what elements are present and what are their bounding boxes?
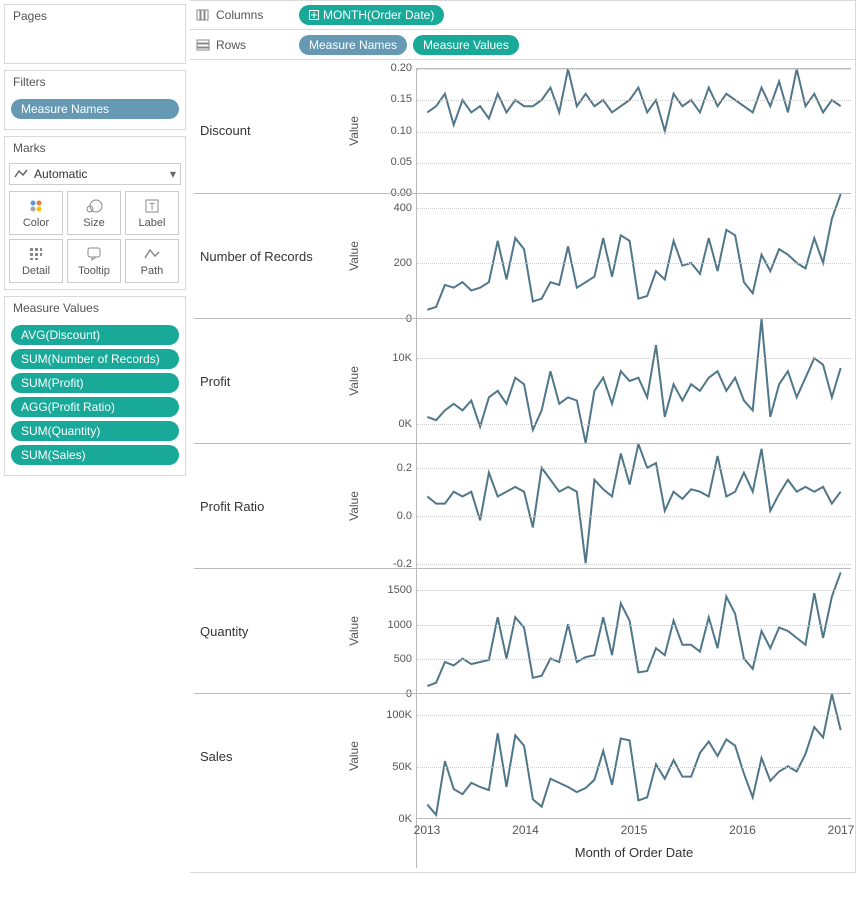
y-tick: 10K bbox=[392, 352, 412, 364]
chart-panel[interactable] bbox=[416, 68, 851, 193]
x-tick: 2016 bbox=[729, 823, 756, 837]
tooltip-icon bbox=[86, 245, 102, 263]
plus-box-icon bbox=[309, 10, 319, 20]
measure-values-shelf[interactable]: AVG(Discount) SUM(Number of Records) SUM(P… bbox=[5, 319, 185, 475]
panel-header: Profit Ratio bbox=[194, 443, 344, 568]
y-tick: 0K bbox=[399, 813, 412, 825]
chart-panel[interactable] bbox=[416, 443, 851, 568]
filters-shelf[interactable]: Measure Names bbox=[5, 93, 185, 129]
y-tick: 1500 bbox=[388, 584, 412, 596]
mark-size-button[interactable]: Size bbox=[67, 191, 121, 235]
panel-header: Quantity bbox=[194, 568, 344, 693]
panel-header: Profit bbox=[194, 318, 344, 443]
y-tick: 200 bbox=[394, 257, 412, 269]
columns-pill-month-order-date[interactable]: MONTH(Order Date) bbox=[299, 5, 444, 25]
pages-shelf-title: Pages bbox=[5, 5, 185, 27]
rows-shelf[interactable]: Measure Names Measure Values bbox=[296, 33, 849, 57]
mv-pill-4[interactable]: SUM(Quantity) bbox=[11, 421, 179, 441]
columns-icon bbox=[196, 9, 210, 21]
marks-type-label: Automatic bbox=[34, 167, 87, 181]
mark-color-button[interactable]: Color bbox=[9, 191, 63, 235]
mark-tooltip-button[interactable]: Tooltip bbox=[67, 239, 121, 283]
x-tick: 2017 bbox=[828, 823, 855, 837]
y-axis-label: Value bbox=[347, 116, 361, 146]
pages-shelf[interactable] bbox=[5, 27, 185, 63]
panel-header: Number of Records bbox=[194, 193, 344, 318]
y-axis-label: Value bbox=[347, 491, 361, 521]
y-axis-label: Value bbox=[347, 616, 361, 646]
size-icon bbox=[85, 197, 103, 215]
visualization-area[interactable]: DiscountValue0.200.150.100.050.00Number … bbox=[190, 60, 856, 873]
columns-shelf[interactable]: MONTH(Order Date) bbox=[296, 3, 849, 27]
rows-shelf-label: Rows bbox=[216, 38, 246, 52]
y-tick: 0.2 bbox=[397, 462, 412, 474]
y-tick: 0.15 bbox=[391, 93, 412, 105]
chart-panel[interactable] bbox=[416, 193, 851, 318]
x-tick: 2015 bbox=[621, 823, 648, 837]
mv-pill-2[interactable]: SUM(Profit) bbox=[11, 373, 179, 393]
filters-shelf-title: Filters bbox=[5, 71, 185, 93]
y-axis-label: Value bbox=[347, 241, 361, 271]
chart-panel[interactable] bbox=[416, 318, 851, 443]
columns-shelf-label: Columns bbox=[216, 8, 263, 22]
label-icon: T bbox=[144, 197, 160, 215]
mark-detail-button[interactable]: Detail bbox=[9, 239, 63, 283]
mark-label-button[interactable]: TLabel bbox=[125, 191, 179, 235]
panel-header: Discount bbox=[194, 68, 344, 193]
y-tick: 1000 bbox=[388, 619, 412, 631]
marks-card-title: Marks bbox=[5, 137, 185, 159]
mv-pill-5[interactable]: SUM(Sales) bbox=[11, 445, 179, 465]
rows-pill-measure-names[interactable]: Measure Names bbox=[299, 35, 407, 55]
svg-text:T: T bbox=[149, 202, 155, 213]
y-tick: 500 bbox=[394, 653, 412, 665]
x-tick: 2013 bbox=[414, 823, 441, 837]
x-axis-label: Month of Order Date bbox=[575, 845, 694, 860]
path-icon bbox=[143, 245, 161, 263]
color-icon bbox=[28, 197, 44, 215]
y-tick: 50K bbox=[392, 761, 412, 773]
dropdown-caret-icon: ▾ bbox=[170, 167, 176, 181]
panel-header: Sales bbox=[194, 693, 344, 818]
mv-pill-0[interactable]: AVG(Discount) bbox=[11, 325, 179, 345]
y-tick: 0.20 bbox=[391, 62, 412, 74]
y-tick: 0.10 bbox=[391, 125, 412, 137]
y-tick: 400 bbox=[394, 202, 412, 214]
y-tick: 0.05 bbox=[391, 156, 412, 168]
mv-pill-3[interactable]: AGG(Profit Ratio) bbox=[11, 397, 179, 417]
detail-icon bbox=[28, 245, 44, 263]
y-axis-label: Value bbox=[347, 366, 361, 396]
x-tick: 2014 bbox=[512, 823, 539, 837]
chart-panel[interactable] bbox=[416, 693, 851, 818]
filter-pill-measure-names[interactable]: Measure Names bbox=[11, 99, 179, 119]
line-icon bbox=[14, 168, 28, 180]
chart-panel[interactable] bbox=[416, 568, 851, 693]
y-axis-label: Value bbox=[347, 741, 361, 771]
x-axis: 20132014201520162017Month of Order Date bbox=[416, 818, 851, 868]
rows-icon bbox=[196, 39, 210, 51]
y-tick: 0.0 bbox=[397, 510, 412, 522]
mv-pill-1[interactable]: SUM(Number of Records) bbox=[11, 349, 179, 369]
rows-pill-measure-values[interactable]: Measure Values bbox=[413, 35, 519, 55]
measure-values-title: Measure Values bbox=[5, 297, 185, 319]
marks-type-dropdown[interactable]: Automatic ▾ bbox=[9, 163, 181, 185]
y-tick: 100K bbox=[386, 709, 412, 721]
y-tick: 0K bbox=[399, 418, 412, 430]
mark-path-button[interactable]: Path bbox=[125, 239, 179, 283]
